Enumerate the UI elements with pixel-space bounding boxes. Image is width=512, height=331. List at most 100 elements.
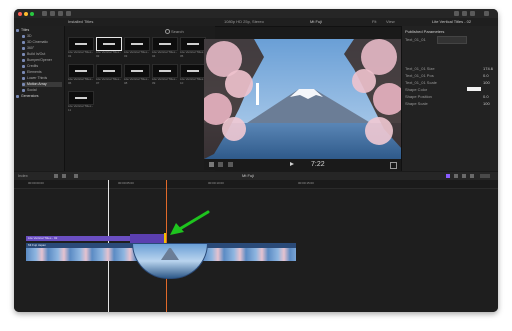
sidebar-item-label: 360°: [27, 46, 35, 50]
append-icon[interactable]: [54, 174, 58, 178]
text-field[interactable]: [437, 36, 467, 44]
thumb-caption: Lite Vertical Titles - 06: [68, 77, 94, 85]
title-thumb-04[interactable]: [152, 37, 178, 51]
title-thumb-08[interactable]: [124, 64, 150, 78]
title-thumb-10[interactable]: [180, 64, 206, 78]
title-thumb-09[interactable]: [152, 64, 178, 78]
title-clip[interactable]: Lite Vertical Titles - 02: [26, 236, 130, 241]
sidebar-item-motion-array[interactable]: Motion Array: [22, 82, 62, 87]
close-window-button[interactable]: [18, 12, 22, 16]
browser-header: Installed Titles: [68, 19, 94, 24]
inspector-row: Shape Position 0.0: [405, 94, 497, 99]
sidebar-item-label: Bumper/Opener: [27, 58, 52, 62]
search-icon: [165, 29, 170, 34]
viewer-controls: 7:22: [204, 159, 402, 170]
fullscreen-icon[interactable]: [390, 162, 397, 169]
sidebar-item-credits[interactable]: Credits: [22, 64, 68, 69]
sidebar-item-label: Generators: [21, 94, 39, 98]
sidebar-item-social[interactable]: Social: [22, 88, 68, 93]
title-clip-selected-segment[interactable]: [130, 234, 166, 243]
viewer[interactable]: [204, 39, 402, 159]
insert-icon[interactable]: [62, 174, 66, 178]
sidebar-item-titles[interactable]: Titles: [16, 28, 62, 33]
keyword-icon[interactable]: [50, 11, 55, 16]
format-label: 1080p HD 25p, Stereo: [224, 19, 264, 24]
sidebar-item-label: Lower Thirds: [27, 76, 48, 80]
row-value[interactable]: 174.6: [483, 66, 493, 71]
title-thumb-05[interactable]: [180, 37, 206, 51]
thumb-text-bar: [187, 70, 199, 72]
select-tool-icon[interactable]: [74, 174, 78, 178]
sidebar-item-build[interactable]: Build In/Out: [22, 52, 68, 57]
viewer-frame: [204, 39, 402, 159]
folder-icon: [22, 52, 25, 56]
titles-browser: Search Lite Vertical Titles - 01 Lite Ve…: [65, 26, 215, 171]
share-export-icon[interactable]: [484, 11, 489, 16]
sidebar-item-lower-thirds[interactable]: Lower Thirds: [22, 76, 68, 81]
minimize-window-button[interactable]: [24, 12, 28, 16]
view-menu[interactable]: View: [386, 19, 395, 24]
search-field[interactable]: Search: [171, 29, 184, 34]
title-thumb-01[interactable]: [68, 37, 94, 51]
color-swatch[interactable]: [467, 87, 481, 91]
sidebar-item-label: 3D: [27, 34, 32, 38]
audio-icon[interactable]: [454, 174, 458, 178]
title-thumb-11[interactable]: [68, 91, 94, 105]
viewer-project-name: Mt Fuji: [310, 19, 322, 24]
zoom-label[interactable]: Fit: [372, 19, 376, 24]
import-icon[interactable]: [42, 11, 47, 16]
thumb-caption: Lite Vertical Titles - 10: [180, 77, 206, 85]
connected-clip[interactable]: [132, 243, 208, 279]
thumb-caption: Lite Vertical Titles - 01: [68, 50, 94, 58]
sidebar-item-360[interactable]: 360°: [22, 46, 68, 51]
view-options-icon[interactable]: [209, 162, 214, 167]
row-value[interactable]: 0.0: [483, 73, 489, 78]
titles-icon: [16, 28, 19, 32]
row-label: Shape Position: [405, 94, 432, 99]
transform-icon[interactable]: [218, 162, 223, 167]
index-button[interactable]: Index: [18, 173, 28, 178]
title-thumb-07[interactable]: [96, 64, 122, 78]
sidebar-item-label: 3D Cinematic: [27, 40, 49, 44]
clip-mountain: [161, 248, 179, 260]
sidebar-item-bumper[interactable]: Bumper/Opener: [22, 58, 68, 63]
sidebar-item-label: Social: [27, 88, 37, 92]
share-icon[interactable]: [66, 11, 71, 16]
layout-icon-3[interactable]: [470, 11, 475, 16]
row-value[interactable]: 100: [483, 101, 490, 106]
sidebar-item-elements[interactable]: Elements: [22, 70, 68, 75]
title-thumb-06[interactable]: [68, 64, 94, 78]
sidebar-item-3d-cinematic[interactable]: 3D Cinematic: [22, 40, 68, 45]
thumb-text-bar: [187, 43, 199, 45]
snapping-icon[interactable]: [462, 174, 466, 178]
title-thumb-03[interactable]: [124, 37, 150, 51]
thumb-caption: Lite Vertical Titles - 11: [68, 104, 94, 112]
folder-icon: [22, 46, 25, 50]
check-icon[interactable]: [58, 11, 63, 16]
vertical-title-text: [256, 83, 259, 105]
inspector-row: Text_01_01 Scale 100: [405, 80, 497, 85]
thumb-caption: Lite Vertical Titles - 02: [96, 50, 122, 58]
sidebar-item-label: Build In/Out: [27, 52, 46, 56]
row-value[interactable]: 0.0: [483, 94, 489, 99]
play-icon[interactable]: [290, 162, 294, 166]
folder-icon: [22, 76, 25, 80]
sidebar-item-label: Credits: [27, 64, 39, 68]
title-thumb-02[interactable]: [96, 37, 122, 51]
thumb-text-bar: [75, 43, 87, 45]
maximize-window-button[interactable]: [30, 12, 34, 16]
zoom-slider[interactable]: [480, 174, 490, 178]
clip-appearance-icon[interactable]: [470, 174, 474, 178]
blossom: [225, 70, 253, 98]
row-value[interactable]: 100: [483, 80, 490, 85]
sidebar-item-3d[interactable]: 3D: [22, 34, 68, 39]
enhance-icon[interactable]: [228, 162, 233, 167]
thumb-text-bar: [75, 70, 87, 72]
layout-icon-1[interactable]: [454, 11, 459, 16]
row-label: Text_01_01 Scale: [405, 80, 437, 85]
layout-icon-2[interactable]: [462, 11, 467, 16]
thumb-text-bar: [75, 97, 87, 99]
sidebar-item-generators[interactable]: Generators: [16, 94, 62, 99]
blossom: [352, 69, 376, 93]
video-only-icon[interactable]: [446, 174, 450, 178]
